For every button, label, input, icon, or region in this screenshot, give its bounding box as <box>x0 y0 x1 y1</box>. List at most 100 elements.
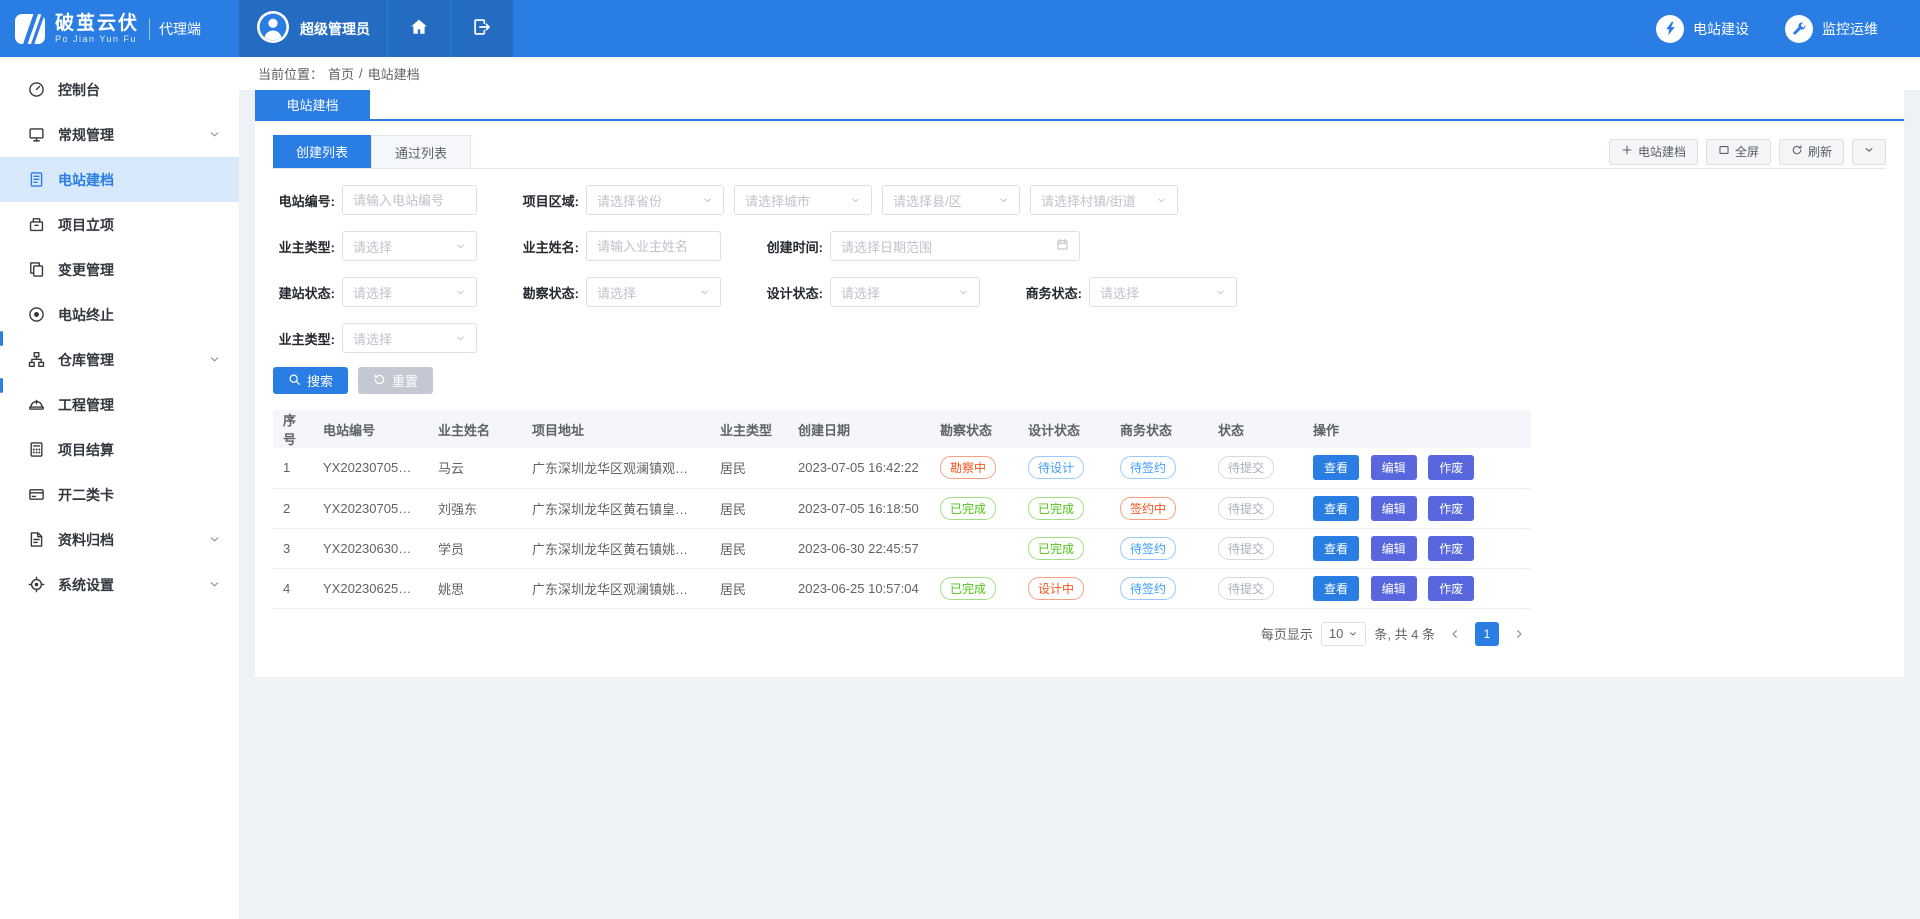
station-code-input[interactable] <box>342 185 477 215</box>
prev-page-button[interactable] <box>1443 622 1467 646</box>
nav-monitoring-ops[interactable]: 监控运维 <box>1785 15 1878 43</box>
avatar <box>256 10 290 47</box>
view-button[interactable]: 查看 <box>1313 576 1359 601</box>
business-status-badge: 待签约 <box>1120 577 1176 600</box>
cell-station-code: YX2023070500011 <box>313 448 428 488</box>
monitor-icon <box>28 126 45 143</box>
breadcrumb-current: 电站建档 <box>368 64 420 83</box>
col-seq: 序号 <box>273 410 313 448</box>
cell-owner-type: 居民 <box>710 528 788 568</box>
edit-button[interactable]: 编辑 <box>1371 536 1417 561</box>
cell-survey-status: 已完成 <box>930 568 1018 608</box>
stop-circle-icon <box>28 306 45 323</box>
owner-type2-select[interactable]: 请选择 <box>342 323 477 353</box>
owner-type-select[interactable]: 请选择 <box>342 231 477 261</box>
per-page-select[interactable]: 10 <box>1321 622 1366 646</box>
button-label: 电站建档 <box>1638 143 1686 160</box>
view-button[interactable]: 查看 <box>1313 536 1359 561</box>
home-icon <box>409 17 429 40</box>
survey-status-label: 勘察状态: <box>517 283 579 302</box>
table-row: 3 YX2023063000009 学员 广东深圳龙华区黄石镇姚家庄... 居民… <box>273 528 1531 568</box>
view-button[interactable]: 查看 <box>1313 496 1359 521</box>
sidebar-item-dashboard[interactable]: 控制台 <box>0 67 239 112</box>
user-menu[interactable]: 超级管理员 <box>239 0 387 57</box>
sidebar-item-label: 项目结算 <box>58 440 114 460</box>
sidebar-scrollbar-thumb[interactable] <box>0 378 3 393</box>
sidebar-item-station-termination[interactable]: 电站终止 <box>0 292 239 337</box>
page-tab-strip: 电站建档 <box>255 90 1904 121</box>
chevron-down-icon <box>208 578 221 591</box>
build-status-select[interactable]: 请选择 <box>342 277 477 307</box>
edit-button[interactable]: 编辑 <box>1371 455 1417 480</box>
filter-form: 电站编号: 项目区域: 请选择省份 请选择城市 请选择县/区 请选择村镇/街道 <box>273 185 1886 353</box>
sidebar-item-station-archive[interactable]: 电站建档 <box>0 157 239 202</box>
plus-icon <box>1621 144 1633 159</box>
cell-design-status: 待设计 <box>1018 448 1110 488</box>
design-status-select[interactable]: 请选择 <box>830 277 980 307</box>
void-button[interactable]: 作废 <box>1428 496 1474 521</box>
town-select[interactable]: 请选择村镇/街道 <box>1030 185 1178 215</box>
sidebar-item-class2-card[interactable]: 开二类卡 <box>0 472 239 517</box>
province-select[interactable]: 请选择省份 <box>586 185 724 215</box>
col-business-status: 商务状态 <box>1110 410 1208 448</box>
design-status-badge: 设计中 <box>1028 577 1084 600</box>
dashboard-icon <box>28 81 45 98</box>
calculator-icon <box>28 441 45 458</box>
create-station-button[interactable]: 电站建档 <box>1609 139 1698 165</box>
owner-type2-label: 业主类型: <box>273 329 335 348</box>
sidebar-item-change-management[interactable]: 变更管理 <box>0 247 239 292</box>
sidebar-item-project-initiation[interactable]: 项目立项 <box>0 202 239 247</box>
tab-passed-list[interactable]: 通过列表 <box>371 135 471 168</box>
sidebar-item-general-management[interactable]: 常规管理 <box>0 112 239 157</box>
nav-station-construction[interactable]: 电站建设 <box>1656 15 1749 43</box>
void-button[interactable]: 作废 <box>1428 576 1474 601</box>
edit-button[interactable]: 编辑 <box>1371 576 1417 601</box>
sidebar-item-system-settings[interactable]: 系统设置 <box>0 562 239 607</box>
sidebar-item-label: 常规管理 <box>58 125 114 145</box>
city-select[interactable]: 请选择城市 <box>734 185 872 215</box>
cell-project-address: 广东深圳龙华区黄石镇皇官大... <box>522 488 710 528</box>
void-button[interactable]: 作废 <box>1428 455 1474 480</box>
home-button[interactable] <box>388 0 450 57</box>
sidebar-item-warehouse-management[interactable]: 仓库管理 <box>0 337 239 382</box>
col-station-code: 电站编号 <box>313 410 428 448</box>
tab-create-list[interactable]: 创建列表 <box>273 135 371 168</box>
cell-created-date: 2023-07-05 16:18:50 <box>788 488 930 528</box>
owner-type-label: 业主类型: <box>273 237 335 256</box>
next-page-button[interactable] <box>1507 622 1531 646</box>
cell-business-status: 待签约 <box>1110 528 1208 568</box>
page-number-button[interactable]: 1 <box>1475 622 1499 646</box>
void-button[interactable]: 作废 <box>1428 536 1474 561</box>
refresh-button[interactable]: 刷新 <box>1779 139 1844 165</box>
sidebar: 控制台 常规管理 电站建档 项目立项 变更管理 电站终止 仓库管理 <box>0 57 239 919</box>
button-label: 全屏 <box>1735 143 1759 160</box>
survey-status-select[interactable]: 请选择 <box>586 277 721 307</box>
edit-button[interactable]: 编辑 <box>1371 496 1417 521</box>
collapse-panel-button[interactable] <box>1852 139 1886 165</box>
search-button[interactable]: 搜索 <box>273 367 348 394</box>
sidebar-item-project-settlement[interactable]: 项目结算 <box>0 427 239 472</box>
county-select[interactable]: 请选择县/区 <box>882 185 1020 215</box>
view-button[interactable]: 查看 <box>1313 455 1359 480</box>
chevron-down-icon <box>208 128 221 141</box>
document-icon <box>28 171 45 188</box>
breadcrumb-home-link[interactable]: 首页 <box>328 64 354 83</box>
sitemap-icon <box>28 351 45 368</box>
sidebar-item-engineering-management[interactable]: 工程管理 <box>0 382 239 427</box>
portal-label: 代理端 <box>159 19 201 39</box>
logout-button[interactable] <box>451 0 513 57</box>
page-tab-station-archive[interactable]: 电站建档 <box>255 90 370 119</box>
design-status-badge: 已完成 <box>1028 537 1084 560</box>
cell-station-code: YX2023063000009 <box>313 528 428 568</box>
date-range-picker[interactable]: 请选择日期范围 <box>830 231 1080 261</box>
sidebar-scrollbar-thumb[interactable] <box>0 331 3 346</box>
business-status-select[interactable]: 请选择 <box>1089 277 1237 307</box>
user-name: 超级管理员 <box>300 19 370 39</box>
design-status-label: 设计状态: <box>761 283 823 302</box>
cell-status: 待提交 <box>1208 568 1303 608</box>
sidebar-item-file-archive[interactable]: 资料归档 <box>0 517 239 562</box>
owner-name-input[interactable] <box>586 231 721 261</box>
fullscreen-button[interactable]: 全屏 <box>1706 139 1771 165</box>
reset-button[interactable]: 重置 <box>358 367 433 394</box>
results-table: 序号 电站编号 业主姓名 项目地址 业主类型 创建日期 勘察状态 设计状态 商务… <box>273 410 1531 609</box>
